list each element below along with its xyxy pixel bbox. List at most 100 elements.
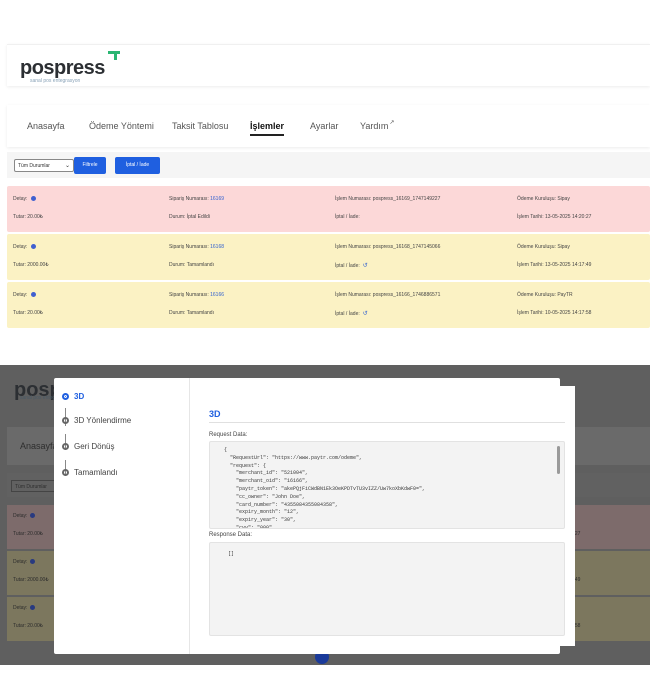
step-circle-icon: [62, 417, 69, 425]
date-cell: İşlem Tarihi: 13-05-2025 14:20:27: [517, 214, 591, 220]
step-active-icon: [62, 393, 69, 401]
cancel-refund-button[interactable]: İptal / İade: [115, 157, 160, 174]
step-label: 3D: [74, 392, 85, 401]
panel-title: 3D: [209, 409, 221, 419]
amount-label: Tutar:: [13, 262, 26, 268]
status-cell: Durum: Tamamlandı: [169, 262, 214, 268]
transaction-no-value: pospress_16169_1747149227: [372, 196, 441, 202]
dimmed-detail-label: Detay:: [13, 513, 28, 519]
order-no-cell: Sipariş Numarası: 16169: [169, 196, 224, 202]
cancel-refund-cell: İptal / İade:: [335, 214, 360, 220]
logo-accent-icon: [108, 51, 120, 60]
step-3d[interactable]: 3D: [62, 392, 84, 401]
code-line: "RequestUrl": "https://www.paytr.com/ode…: [224, 454, 363, 461]
cancel-refund-cell: İptal / İade: ↺: [335, 310, 368, 317]
step-circle-icon: [62, 469, 69, 477]
request-scrollbar[interactable]: [557, 446, 560, 474]
detail-label: Detay:: [13, 244, 28, 250]
dimmed-amount-label: Tutar:: [13, 623, 26, 629]
status-filter-value: Tüm Durumlar: [18, 163, 50, 169]
transaction-detail-modal: 3D 3D Yönlendirme Geri Dönüş Tamamlandı …: [54, 378, 575, 654]
code-line: "card_number": "4355084355084358",: [224, 501, 339, 508]
provider-value: Sipay: [557, 196, 570, 202]
nav-item-home[interactable]: Anasayfa: [27, 121, 65, 131]
cancel-refund-label: İptal / İade:: [335, 263, 360, 269]
step-3d-redirect[interactable]: 3D Yönlendirme: [62, 416, 131, 425]
response-data-label: Response Data:: [209, 532, 253, 538]
step-label: Geri Dönüş: [74, 442, 115, 451]
dimmed-detail-label: Detay:: [13, 605, 28, 611]
filter-bar: Tüm Durumlar ⌄ Filtrele İptal / İade: [7, 152, 650, 178]
provider-label: Ödeme Kuruluşu:: [517, 196, 556, 202]
date-cell: İşlem Tarihi: 13-05-2025 14:17:49: [517, 262, 591, 268]
eye-icon[interactable]: [31, 196, 37, 202]
status-cell: Durum: Tamamlandı: [169, 310, 214, 316]
provider-cell: Ödeme Kuruluşu: Sipay: [517, 244, 570, 250]
order-no-label: Sipariş Numarası:: [169, 244, 209, 250]
response-data-code: []: [228, 551, 234, 559]
undo-icon[interactable]: ↺: [363, 311, 368, 317]
code-line: "merchant_oid": "16166",: [224, 478, 309, 485]
external-link-icon: ↗: [389, 120, 395, 126]
eye-icon[interactable]: [31, 244, 37, 250]
dimmed-amount-value: 20.00₺: [27, 623, 43, 629]
amount-value: 20.00₺: [27, 214, 43, 220]
header: pospress sanal pos entegrasyon: [7, 44, 650, 86]
dimmed-detail: Detay:: [13, 513, 36, 519]
dimmed-amount: Tutar: 20.00₺: [13, 531, 43, 537]
eye-icon[interactable]: [31, 292, 37, 298]
order-no-link[interactable]: 16168: [210, 244, 224, 250]
nav-item-installment-table[interactable]: Taksit Tablosu: [172, 121, 228, 131]
status-value: İptal Edildi: [186, 214, 210, 220]
nav-item-help-label: Yardım: [360, 121, 389, 131]
status-label: Durum:: [169, 214, 186, 220]
date-label: İşlem Tarihi:: [517, 310, 544, 316]
status-value: Tamamlandı: [186, 310, 214, 316]
detail-cell: Detay:: [13, 196, 37, 202]
amount-cell: Tutar: 2000.00₺: [13, 262, 49, 268]
transaction-no-label: İşlem Numarası:: [335, 196, 372, 202]
nav-item-settings[interactable]: Ayarlar: [310, 121, 338, 131]
step-callback[interactable]: Geri Dönüş: [62, 442, 114, 451]
response-data-box[interactable]: []: [209, 542, 565, 636]
code-line: "cvv": "000",: [224, 524, 276, 529]
code-line: "merchant_id": "521004",: [224, 470, 309, 477]
nav-item-transactions[interactable]: İşlemler: [250, 121, 285, 136]
detail-cell: Detay:: [13, 292, 37, 298]
brand-logo[interactable]: pospress: [20, 51, 120, 80]
dimmed-amount-value: 2000.00₺: [27, 577, 49, 583]
undo-icon[interactable]: ↺: [363, 263, 368, 269]
transaction-no-value: pospress_16166_1746886571: [372, 292, 441, 298]
order-no-link[interactable]: 16166: [210, 292, 224, 298]
detail-label: Detay:: [13, 196, 28, 202]
modal-divider: [189, 378, 190, 654]
request-data-box[interactable]: { "RequestUrl": "https://www.paytr.com/o…: [209, 441, 565, 529]
filter-button[interactable]: Filtrele: [74, 157, 106, 174]
brand-name: pospress: [20, 57, 105, 79]
provider-cell: Ödeme Kuruluşu: PayTR: [517, 292, 573, 298]
date-value: 13-05-2025 14:17:49: [544, 262, 592, 268]
order-no-link[interactable]: 16169: [210, 196, 224, 202]
date-value: 10-05-2025 14:17:58: [544, 310, 592, 316]
detail-cell: Detay:: [13, 244, 37, 250]
status-cell: Durum: İptal Edildi: [169, 214, 210, 220]
amount-value: 2000.00₺: [27, 262, 49, 268]
provider-label: Ödeme Kuruluşu:: [517, 244, 556, 250]
eye-icon: [30, 605, 36, 611]
code-line: "cc_owner": "John Doe",: [224, 493, 306, 500]
order-no-label: Sipariş Numarası:: [169, 292, 209, 298]
amount-cell: Tutar: 20.00₺: [13, 310, 43, 316]
nav-item-payment-method[interactable]: Ödeme Yöntemi: [89, 121, 154, 131]
detail-label: Detay:: [13, 292, 28, 298]
modal-backdrop[interactable]: pospress sanal pos entegrasyon Anasayfa …: [0, 365, 650, 665]
code-line: []: [228, 551, 235, 557]
eye-icon: [30, 559, 36, 565]
status-label: Durum:: [169, 310, 186, 316]
order-no-cell: Sipariş Numarası: 16168: [169, 244, 224, 250]
transaction-row: Detay: Tutar: 2000.00₺ Sipariş Numarası:…: [7, 234, 650, 280]
amount-cell: Tutar: 20.00₺: [13, 214, 43, 220]
page: pospress sanal pos entegrasyon Anasayfa …: [0, 0, 650, 700]
step-completed[interactable]: Tamamlandı: [62, 468, 118, 477]
status-filter-select[interactable]: Tüm Durumlar ⌄: [14, 159, 74, 172]
nav-item-help[interactable]: Yardım↗: [360, 120, 395, 131]
